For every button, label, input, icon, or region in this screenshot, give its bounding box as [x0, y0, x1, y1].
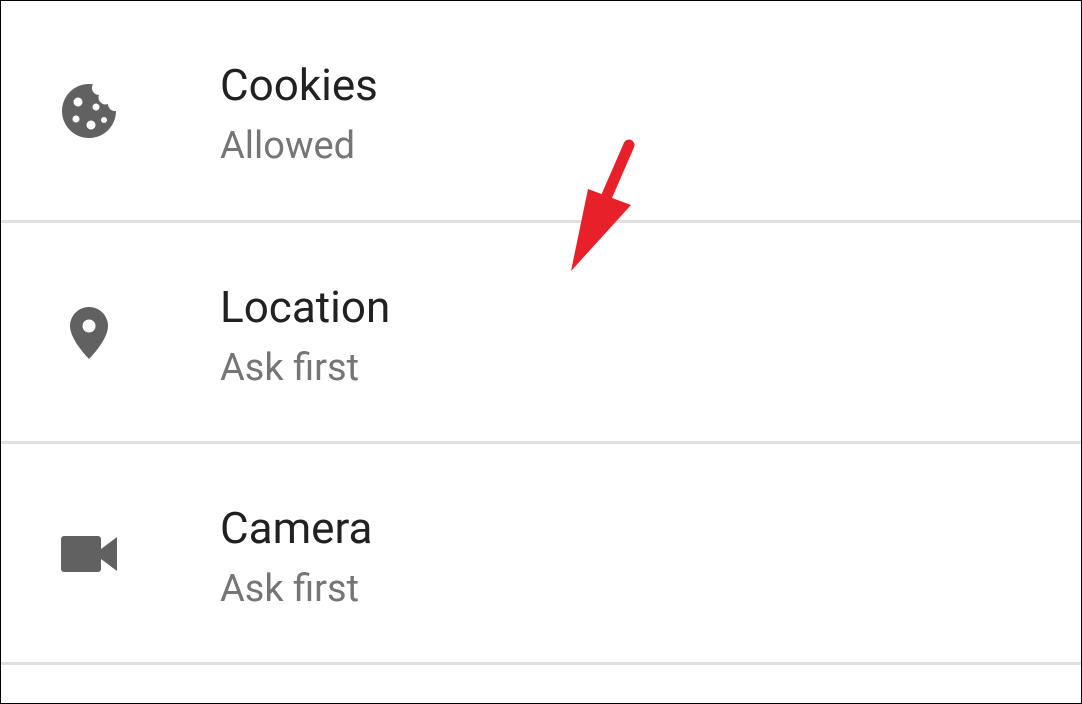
camera-row[interactable]: Camera Ask first [1, 444, 1081, 664]
camera-status: Ask first [220, 567, 360, 611]
location-row[interactable]: Location Ask first [1, 223, 1081, 443]
location-title: Location [220, 281, 391, 333]
location-status: Ask first [220, 346, 360, 390]
location-pin-icon [59, 303, 119, 363]
site-settings-list: Cookies Allowed Location Ask first Camer… [0, 0, 1082, 704]
cookies-status: Allowed [220, 124, 356, 168]
videocam-icon [59, 524, 119, 584]
divider [1, 662, 1081, 665]
cookies-row[interactable]: Cookies Allowed [1, 1, 1081, 221]
cookies-title: Cookies [220, 59, 378, 111]
camera-title: Camera [220, 502, 373, 554]
cookie-icon [59, 81, 119, 141]
